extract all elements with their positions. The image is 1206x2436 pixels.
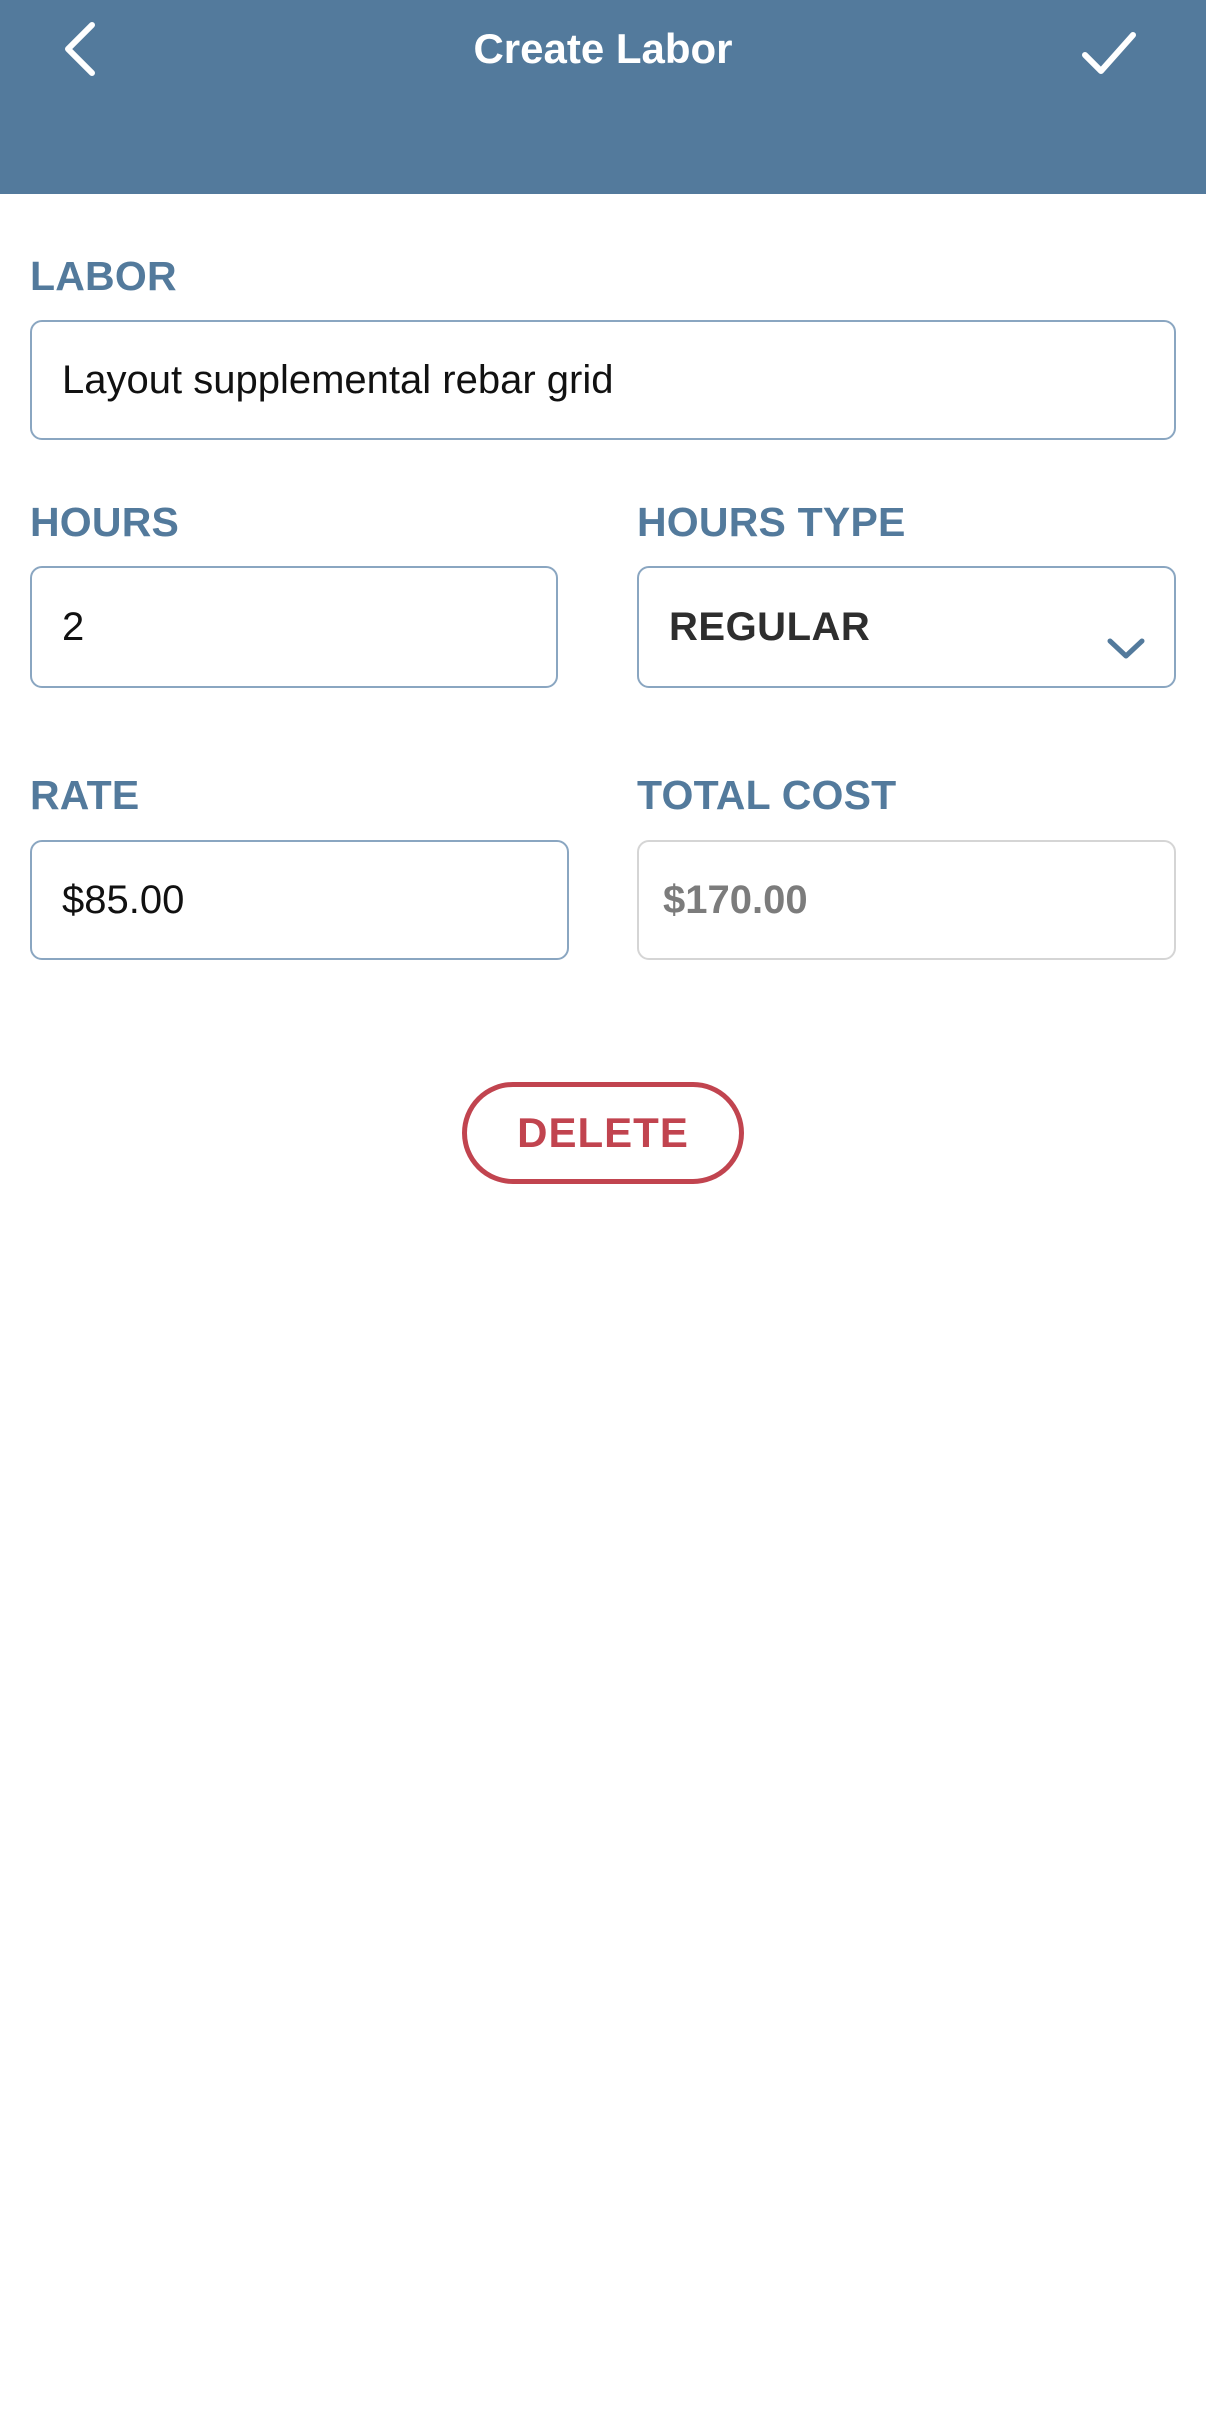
chevron-down-icon xyxy=(1106,626,1146,671)
hours-type-value: REGULAR xyxy=(669,604,871,649)
total-cost-value: $170.00 xyxy=(663,877,808,922)
rate-input[interactable]: $85.00 xyxy=(30,840,569,960)
checkmark-icon xyxy=(1081,31,1137,75)
labor-input[interactable]: Layout supplemental rebar grid xyxy=(30,320,1176,440)
create-labor-screen: Create Labor LABOR Layout supplemental r… xyxy=(0,0,1206,2436)
hours-input[interactable]: 2 xyxy=(30,566,558,688)
hours-input-value: 2 xyxy=(62,604,85,649)
hours-type-select[interactable]: REGULAR xyxy=(637,566,1176,688)
hours-type-label: HOURS TYPE xyxy=(637,499,906,545)
hours-label: HOURS xyxy=(30,499,180,545)
total-cost-field: $170.00 xyxy=(637,840,1176,960)
labor-label: LABOR xyxy=(30,253,177,299)
rate-label: RATE xyxy=(30,772,140,818)
rate-input-value: $85.00 xyxy=(62,877,185,922)
total-cost-label: TOTAL COST xyxy=(637,772,897,818)
delete-button[interactable]: DELETE xyxy=(462,1082,744,1184)
labor-input-value: Layout supplemental rebar grid xyxy=(62,357,614,402)
page-title: Create Labor xyxy=(473,25,733,72)
navigation-header: Create Labor xyxy=(0,0,1206,194)
confirm-button[interactable] xyxy=(1074,18,1144,88)
